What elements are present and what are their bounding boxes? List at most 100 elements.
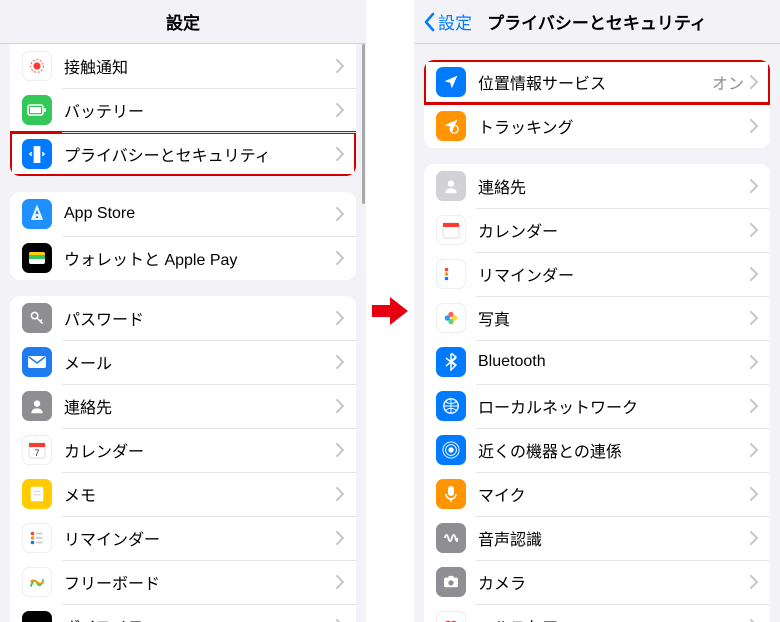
localnet-icon [436, 391, 466, 421]
wallet-icon [22, 243, 52, 273]
settings-row-freeform[interactable]: フリーボード [10, 560, 356, 604]
row-label: カメラ [478, 570, 750, 594]
nearby-icon [436, 435, 466, 465]
row-label: リマインダー [478, 262, 750, 286]
row-label: バッテリー [64, 98, 336, 122]
settings-row-battery[interactable]: バッテリー [10, 88, 356, 132]
settings-row-location[interactable]: 位置情報サービスオン [424, 60, 770, 104]
chevron-right-icon [750, 487, 758, 501]
row-label: トラッキング [478, 114, 750, 138]
location-icon [436, 67, 466, 97]
chevron-right-icon [750, 179, 758, 193]
appstore-icon [22, 199, 52, 229]
settings-row-tracking[interactable]: トラッキング [424, 104, 770, 148]
freeform-icon [22, 567, 52, 597]
settings-row-photos[interactable]: 写真 [424, 296, 770, 340]
passwords-icon [22, 303, 52, 333]
settings-row-contacts2[interactable]: 連絡先 [424, 164, 770, 208]
settings-header: 設定 [0, 0, 366, 44]
speech-icon [436, 523, 466, 553]
row-label: Bluetooth [478, 353, 750, 371]
row-label: マイク [478, 482, 750, 506]
chevron-right-icon [336, 59, 344, 73]
settings-row-reminders2[interactable]: リマインダー [424, 252, 770, 296]
privacy-header: 設定 プライバシーとセキュリティ [414, 0, 780, 44]
row-label: メモ [64, 482, 336, 506]
back-button[interactable]: 設定 [422, 9, 472, 34]
mic-icon [436, 479, 466, 509]
chevron-right-icon [750, 223, 758, 237]
settings-row-speech[interactable]: 音声認識 [424, 516, 770, 560]
calendar2-icon [436, 215, 466, 245]
privacy-screen: 設定 プライバシーとセキュリティ 位置情報サービスオントラッキング連絡先カレンダ… [414, 0, 780, 622]
scrollbar[interactable] [362, 44, 365, 204]
settings-screen: 設定 接触通知バッテリープライバシーとセキュリティ App Store ウォレットと… [0, 0, 366, 622]
row-label: パスワード [64, 306, 336, 330]
settings-row-localnet[interactable]: ローカルネットワーク [424, 384, 770, 428]
chevron-right-icon [336, 311, 344, 325]
settings-group: App Store ウォレットと Apple Pay [10, 192, 356, 280]
chevron-right-icon [750, 119, 758, 133]
row-label: 写真 [478, 306, 750, 330]
settings-row-passwords[interactable]: パスワード [10, 296, 356, 340]
row-label: メール [64, 350, 336, 374]
settings-row-bluetooth[interactable]: Bluetooth [424, 340, 770, 384]
settings-row-notes[interactable]: メモ [10, 472, 356, 516]
settings-row-exposure[interactable]: 接触通知 [10, 44, 356, 88]
settings-row-mic[interactable]: マイク [424, 472, 770, 516]
step-arrow [366, 0, 414, 622]
settings-row-calendar2[interactable]: カレンダー [424, 208, 770, 252]
chevron-right-icon [336, 355, 344, 369]
battery-icon [22, 95, 52, 125]
row-label: プライバシーとセキュリティ [64, 142, 336, 166]
calendar-icon: 7 [22, 435, 52, 465]
settings-row-mail[interactable]: メール [10, 340, 356, 384]
contacts-icon [22, 391, 52, 421]
privacy-body[interactable]: 位置情報サービスオントラッキング連絡先カレンダーリマインダー写真 Bluetoot… [414, 44, 780, 622]
privacy-icon [22, 139, 52, 169]
arrow-right-icon [370, 291, 410, 331]
settings-group: パスワードメール連絡先 7カレンダーメモリマインダーフリーボードボイスメモ [10, 296, 356, 622]
settings-body[interactable]: 接触通知バッテリープライバシーとセキュリティ App Store ウォレットと Ap… [0, 44, 366, 622]
chevron-right-icon [750, 311, 758, 325]
settings-row-health[interactable]: ヘルスケア [424, 604, 770, 622]
exposure-icon [22, 51, 52, 81]
settings-group: 位置情報サービスオントラッキング [424, 60, 770, 148]
row-label: ローカルネットワーク [478, 394, 750, 418]
contacts2-icon [436, 171, 466, 201]
row-label: フリーボード [64, 570, 336, 594]
chevron-right-icon [336, 207, 344, 221]
settings-row-appstore[interactable]: App Store [10, 192, 356, 236]
row-label: 連絡先 [64, 394, 336, 418]
reminders2-icon [436, 259, 466, 289]
chevron-right-icon [336, 251, 344, 265]
chevron-right-icon [336, 399, 344, 413]
voicememo-icon [22, 611, 52, 622]
chevron-right-icon [336, 147, 344, 161]
settings-row-reminders[interactable]: リマインダー [10, 516, 356, 560]
settings-row-voicememo[interactable]: ボイスメモ [10, 604, 356, 622]
settings-group: 接触通知バッテリープライバシーとセキュリティ [10, 44, 356, 176]
row-value: オン [712, 70, 744, 94]
health-icon [436, 611, 466, 622]
chevron-right-icon [750, 531, 758, 545]
chevron-right-icon [750, 75, 758, 89]
photos-icon [436, 303, 466, 333]
chevron-right-icon [336, 487, 344, 501]
settings-row-wallet[interactable]: ウォレットと Apple Pay [10, 236, 356, 280]
chevron-right-icon [336, 575, 344, 589]
row-label: ウォレットと Apple Pay [64, 246, 336, 270]
settings-row-contacts[interactable]: 連絡先 [10, 384, 356, 428]
chevron-right-icon [336, 443, 344, 457]
settings-row-nearby[interactable]: 近くの機器との連係 [424, 428, 770, 472]
settings-row-calendar[interactable]: 7カレンダー [10, 428, 356, 472]
chevron-right-icon [750, 267, 758, 281]
chevron-right-icon [750, 355, 758, 369]
settings-row-privacy[interactable]: プライバシーとセキュリティ [10, 132, 356, 176]
camera-icon [436, 567, 466, 597]
row-label: 近くの機器との連係 [478, 438, 750, 462]
chevron-right-icon [750, 443, 758, 457]
chevron-right-icon [750, 575, 758, 589]
row-label: ボイスメモ [64, 614, 336, 622]
settings-row-camera[interactable]: カメラ [424, 560, 770, 604]
